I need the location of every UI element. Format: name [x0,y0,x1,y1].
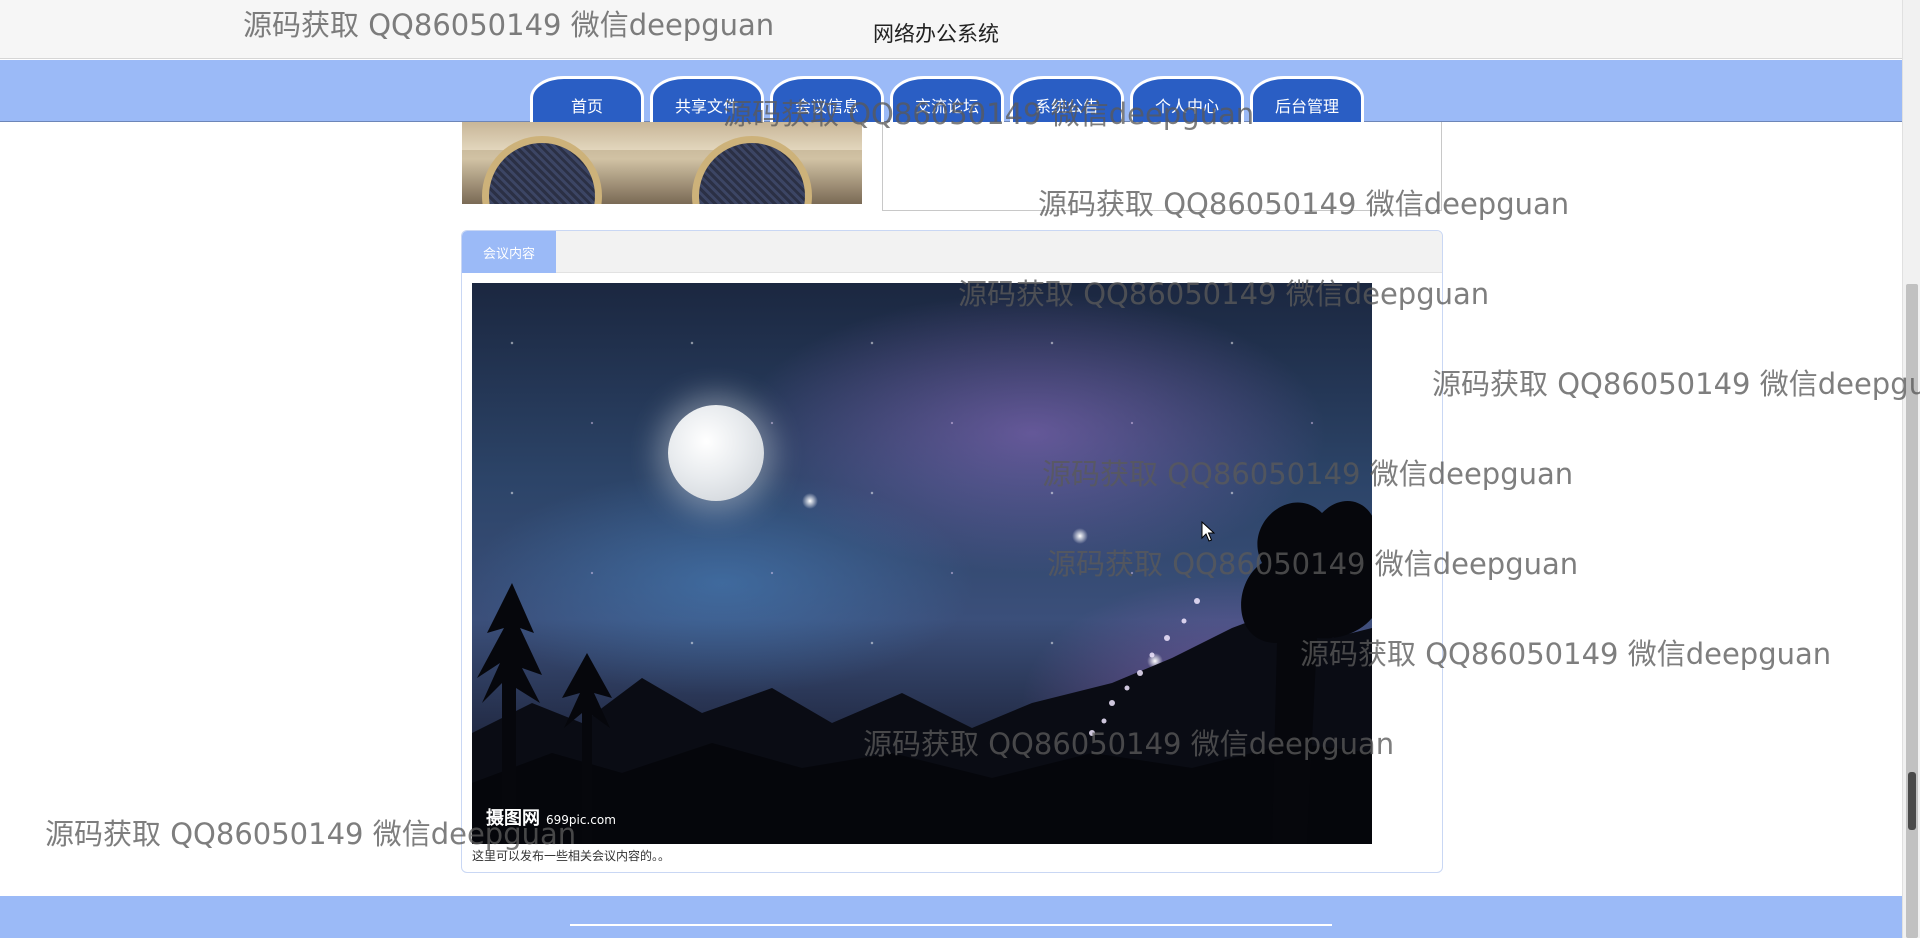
scrollbar-marker [1908,772,1916,830]
tab-meeting-content[interactable]: 会议内容 [462,231,556,273]
site-title: 网络办公系统 [873,22,999,46]
nav-tab-forum[interactable]: 交流论坛 [890,76,1004,122]
meeting-content-image: 摄图网 699pic.com [472,283,1372,844]
footer-divider [570,924,1332,926]
meeting-info-box [882,122,1442,211]
nav-tab-admin[interactable]: 后台管理 [1250,76,1364,122]
mountain-silhouette [472,501,1372,844]
main-nav: 首页 共享文件 会议信息 交流论坛 系统公告 个人中心 后台管理 [0,60,1902,122]
page-scrollbar[interactable] [1902,0,1920,938]
nav-tab-home[interactable]: 首页 [530,76,644,122]
nav-tab-shared-files[interactable]: 共享文件 [650,76,764,122]
nav-tabs: 首页 共享文件 会议信息 交流论坛 系统公告 个人中心 后台管理 [530,76,1364,122]
panel-header: 会议内容 [462,231,1442,273]
meeting-content-panel: 会议内容 摄图网 699pic.com 这里可以发布一些相关会议内容的。。 [461,230,1443,873]
meeting-description: 这里可以发布一些相关会议内容的。。 [472,849,671,863]
meeting-thumbnail [462,122,862,204]
overlay-text: 源码获取 QQ86050149 微信deepguan [1432,367,1920,401]
top-bar: 网络办公系统 [0,0,1902,59]
nav-tab-announcements[interactable]: 系统公告 [1010,76,1124,122]
image-watermark: 摄图网 699pic.com [486,808,616,829]
nav-tab-personal-center[interactable]: 个人中心 [1130,76,1244,122]
mouse-cursor-icon [1201,521,1215,542]
nav-tab-meeting-info[interactable]: 会议信息 [770,76,884,122]
footer [0,896,1902,938]
scrollbar-thumb[interactable] [1906,284,1918,938]
